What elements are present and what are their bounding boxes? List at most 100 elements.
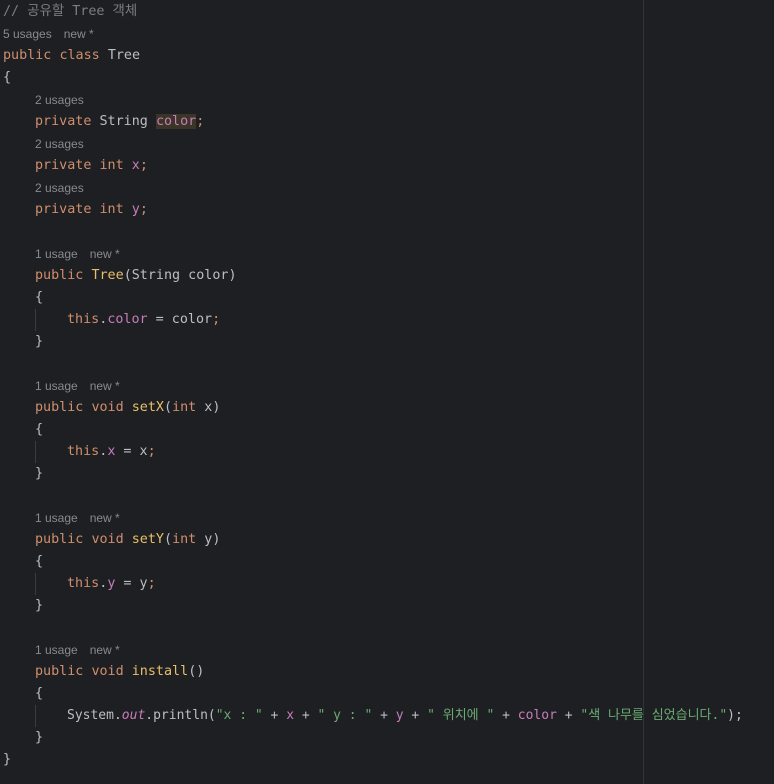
paren: ( xyxy=(164,532,173,547)
keyword: public xyxy=(35,532,84,547)
author-hint[interactable]: new * xyxy=(90,643,120,657)
usages-hint[interactable]: 1 usage xyxy=(35,247,78,261)
method-name: install xyxy=(131,664,189,679)
keyword: private xyxy=(35,158,92,173)
code-editor[interactable]: // 공유할 Tree 객체 5 usages new * public clas… xyxy=(0,0,774,784)
author-hint[interactable]: new * xyxy=(64,27,94,41)
author-hint[interactable]: new * xyxy=(90,379,120,393)
keyword: this xyxy=(67,444,100,459)
field-usage-hint[interactable]: 2 usages xyxy=(35,133,84,155)
indent-guide xyxy=(35,309,36,331)
semicolon: ; xyxy=(139,202,148,217)
method-name: setX xyxy=(131,400,164,415)
close-brace: } xyxy=(35,334,44,349)
usages-hint[interactable]: 1 usage xyxy=(35,511,78,525)
method-name: setY xyxy=(131,532,164,547)
close-brace: } xyxy=(35,730,44,745)
usages-hint[interactable]: 1 usage xyxy=(35,643,78,657)
indent-guide xyxy=(35,705,36,727)
open-brace: { xyxy=(35,554,44,569)
semicolon: ; xyxy=(212,312,221,327)
field-name: color xyxy=(107,312,148,327)
method-declaration: public void install() xyxy=(35,661,204,683)
method-usage-hint[interactable]: 1 usage new * xyxy=(35,639,120,661)
usages-hint[interactable]: 1 usage xyxy=(35,379,78,393)
keyword: void xyxy=(91,664,124,679)
keyword: private xyxy=(35,114,92,129)
operator: + xyxy=(372,708,396,723)
parameter: y) xyxy=(196,532,221,547)
usages-hint[interactable]: 5 usages xyxy=(3,27,52,41)
semicolon: ; xyxy=(139,158,148,173)
field-name: y xyxy=(131,202,140,217)
class-usage-hint[interactable]: 5 usages new * xyxy=(3,23,94,45)
string-literal: " 위치에 " xyxy=(427,708,495,723)
string-literal: "x : " xyxy=(215,708,263,723)
string-literal: " y : " xyxy=(317,708,373,723)
string-literal: "색 나무를 심었습니다." xyxy=(580,708,728,723)
field-ref: color xyxy=(517,708,557,723)
semicolon: ; xyxy=(196,114,205,129)
assignment: = color xyxy=(147,312,213,327)
type-name: int xyxy=(99,158,124,173)
keyword: void xyxy=(91,532,124,547)
keyword: void xyxy=(91,400,124,415)
parameters: () xyxy=(188,664,205,679)
class-ref: System. xyxy=(67,708,122,723)
close-brace: } xyxy=(35,466,44,481)
operator: + xyxy=(262,708,287,723)
author-hint[interactable]: new * xyxy=(90,511,120,525)
assignment: = x xyxy=(115,444,148,459)
type-name: int xyxy=(172,400,197,415)
keyword: this xyxy=(67,312,100,327)
field-usage-hint[interactable]: 2 usages xyxy=(35,177,84,199)
assignment: = y xyxy=(115,576,148,591)
statement: this.x = x; xyxy=(67,441,156,463)
keyword: public xyxy=(3,48,52,63)
keyword: public xyxy=(35,268,84,283)
method-usage-hint[interactable]: 1 usage new * xyxy=(35,375,120,397)
semicolon: ; xyxy=(147,576,156,591)
method-usage-hint[interactable]: 1 usage new * xyxy=(35,507,120,529)
static-field: out xyxy=(121,708,146,723)
operator: + xyxy=(403,708,428,723)
statement: this.color = color; xyxy=(67,309,220,331)
indent-guide xyxy=(35,573,36,595)
parameters: (String color) xyxy=(123,268,237,283)
type-name: String xyxy=(99,114,148,129)
field-name: x xyxy=(131,158,140,173)
keyword: private xyxy=(35,202,92,217)
class-declaration: public class Tree xyxy=(3,45,140,67)
open-brace: { xyxy=(3,70,12,85)
operator: + xyxy=(556,708,581,723)
semicolon: ; xyxy=(147,444,156,459)
keyword: this xyxy=(67,576,100,591)
operator: + xyxy=(494,708,518,723)
class-name: Tree xyxy=(107,48,141,63)
type-name: int xyxy=(172,532,197,547)
open-brace: { xyxy=(35,422,44,437)
author-hint[interactable]: new * xyxy=(90,247,120,261)
right-margin-guide xyxy=(643,0,644,784)
close-brace: } xyxy=(35,598,44,613)
code-comment: // 공유할 Tree 객체 xyxy=(3,4,138,19)
operator: + xyxy=(294,708,318,723)
statement: this.y = y; xyxy=(67,573,156,595)
field-declaration: private int x; xyxy=(35,155,148,177)
field-ref: y xyxy=(395,708,404,723)
constructor-usage-hint[interactable]: 1 usage new * xyxy=(35,243,120,265)
method-declaration: public void setY(int y) xyxy=(35,529,220,551)
close-paren: ); xyxy=(727,708,743,723)
open-brace: { xyxy=(35,686,44,701)
field-ref: x xyxy=(286,708,295,723)
keyword: class xyxy=(59,48,100,63)
parameter: x) xyxy=(196,400,221,415)
paren: ( xyxy=(164,400,173,415)
open-brace: { xyxy=(35,290,44,305)
keyword: public xyxy=(35,400,84,415)
keyword: public xyxy=(35,664,84,679)
field-usage-hint[interactable]: 2 usages xyxy=(35,89,84,111)
method-declaration: public void setX(int x) xyxy=(35,397,220,419)
method-call: .println( xyxy=(145,708,216,723)
constructor-declaration: public Tree(String color) xyxy=(35,265,237,287)
